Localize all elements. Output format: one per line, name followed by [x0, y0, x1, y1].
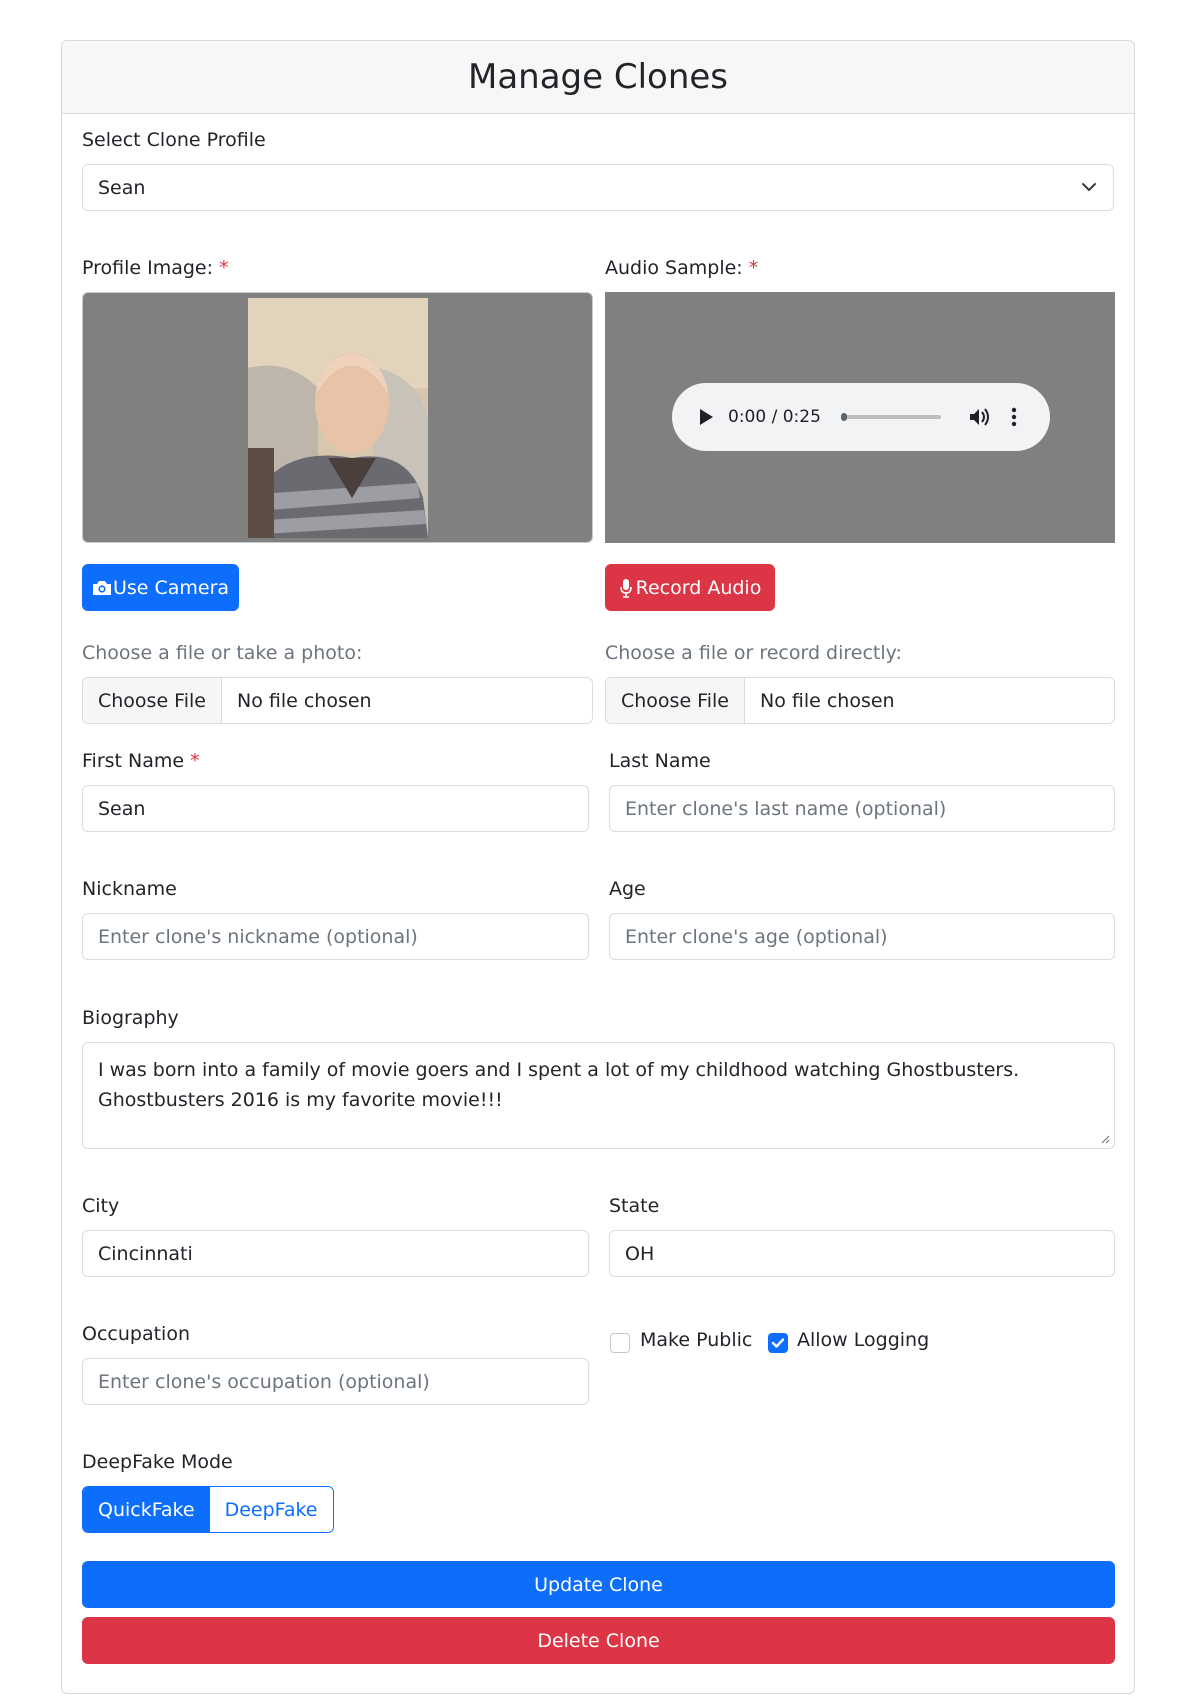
play-icon[interactable] [698, 408, 714, 426]
audio-choose-file-button[interactable]: Choose File [606, 678, 745, 723]
biography-label: Biography [82, 1007, 179, 1029]
audio-no-file-text: No file chosen [759, 689, 895, 712]
chevron-down-icon [1082, 183, 1096, 191]
card-header: Manage Clones [62, 41, 1134, 114]
audio-time: 0:00 / 0:25 [728, 407, 821, 427]
audio-sample-label: Audio Sample: * [605, 257, 759, 279]
checkmark-icon [771, 1338, 785, 1348]
nickname-input[interactable] [82, 913, 589, 960]
state-label: State [609, 1195, 660, 1217]
audio-progress-thumb[interactable] [840, 413, 847, 421]
age-label: Age [609, 878, 646, 900]
audio-progress-track[interactable] [840, 413, 941, 421]
profile-image-label: Profile Image: * [82, 257, 229, 279]
last-name-label: Last Name [609, 750, 711, 772]
deepfake-option[interactable]: DeepFake [209, 1487, 333, 1532]
update-clone-button[interactable]: Update Clone [82, 1561, 1115, 1608]
age-input[interactable] [609, 913, 1115, 960]
profile-select[interactable]: Sean [82, 164, 1114, 211]
camera-icon [92, 580, 111, 595]
audio-file-input[interactable]: Choose File No file chosen [605, 677, 1115, 724]
state-input[interactable] [609, 1230, 1115, 1277]
biography-text: I was born into a family of movie goers … [98, 1059, 1020, 1111]
last-name-input[interactable] [609, 785, 1115, 832]
city-input[interactable] [82, 1230, 589, 1277]
profile-photo [248, 298, 428, 538]
biography-textarea[interactable]: I was born into a family of movie goers … [82, 1042, 1115, 1149]
delete-clone-button[interactable]: Delete Clone [82, 1617, 1115, 1664]
profile-image-file-input[interactable]: Choose File No file chosen [82, 677, 593, 724]
audio-player[interactable]: 0:00 / 0:25 [672, 383, 1050, 451]
audio-file-hint: Choose a file or record directly: [605, 642, 902, 664]
page-title: Manage Clones [467, 57, 729, 97]
deepfake-mode-toggle: QuickFake DeepFake [82, 1486, 334, 1533]
profile-select-value: Sean [98, 176, 146, 199]
occupation-label: Occupation [82, 1323, 190, 1345]
profile-select-label: Select Clone Profile [82, 129, 266, 151]
manage-clones-card: Manage Clones Select Clone Profile Sean … [61, 40, 1135, 1694]
make-public-checkbox[interactable] [610, 1333, 630, 1353]
use-camera-button[interactable]: Use Camera [82, 564, 239, 611]
volume-icon[interactable] [969, 407, 991, 427]
first-name-input[interactable] [82, 785, 589, 832]
profile-image-preview [82, 292, 593, 543]
allow-logging-checkbox[interactable] [768, 1333, 788, 1353]
deepfake-mode-label: DeepFake Mode [82, 1451, 233, 1473]
first-name-label: First Name * [82, 750, 200, 772]
audio-preview: 0:00 / 0:25 [605, 292, 1115, 543]
city-label: City [82, 1195, 120, 1217]
more-options-icon[interactable] [1011, 407, 1017, 427]
profile-choose-file-button[interactable]: Choose File [83, 678, 222, 723]
allow-logging-label: Allow Logging [797, 1329, 930, 1351]
occupation-input[interactable] [82, 1358, 589, 1405]
quickfake-option[interactable]: QuickFake [83, 1487, 210, 1532]
record-audio-button[interactable]: Record Audio [605, 564, 775, 611]
microphone-icon [619, 578, 632, 598]
profile-file-hint: Choose a file or take a photo: [82, 642, 363, 664]
profile-no-file-text: No file chosen [236, 689, 372, 712]
nickname-label: Nickname [82, 878, 177, 900]
resize-handle-icon[interactable] [1100, 1134, 1110, 1144]
make-public-label: Make Public [640, 1329, 753, 1351]
